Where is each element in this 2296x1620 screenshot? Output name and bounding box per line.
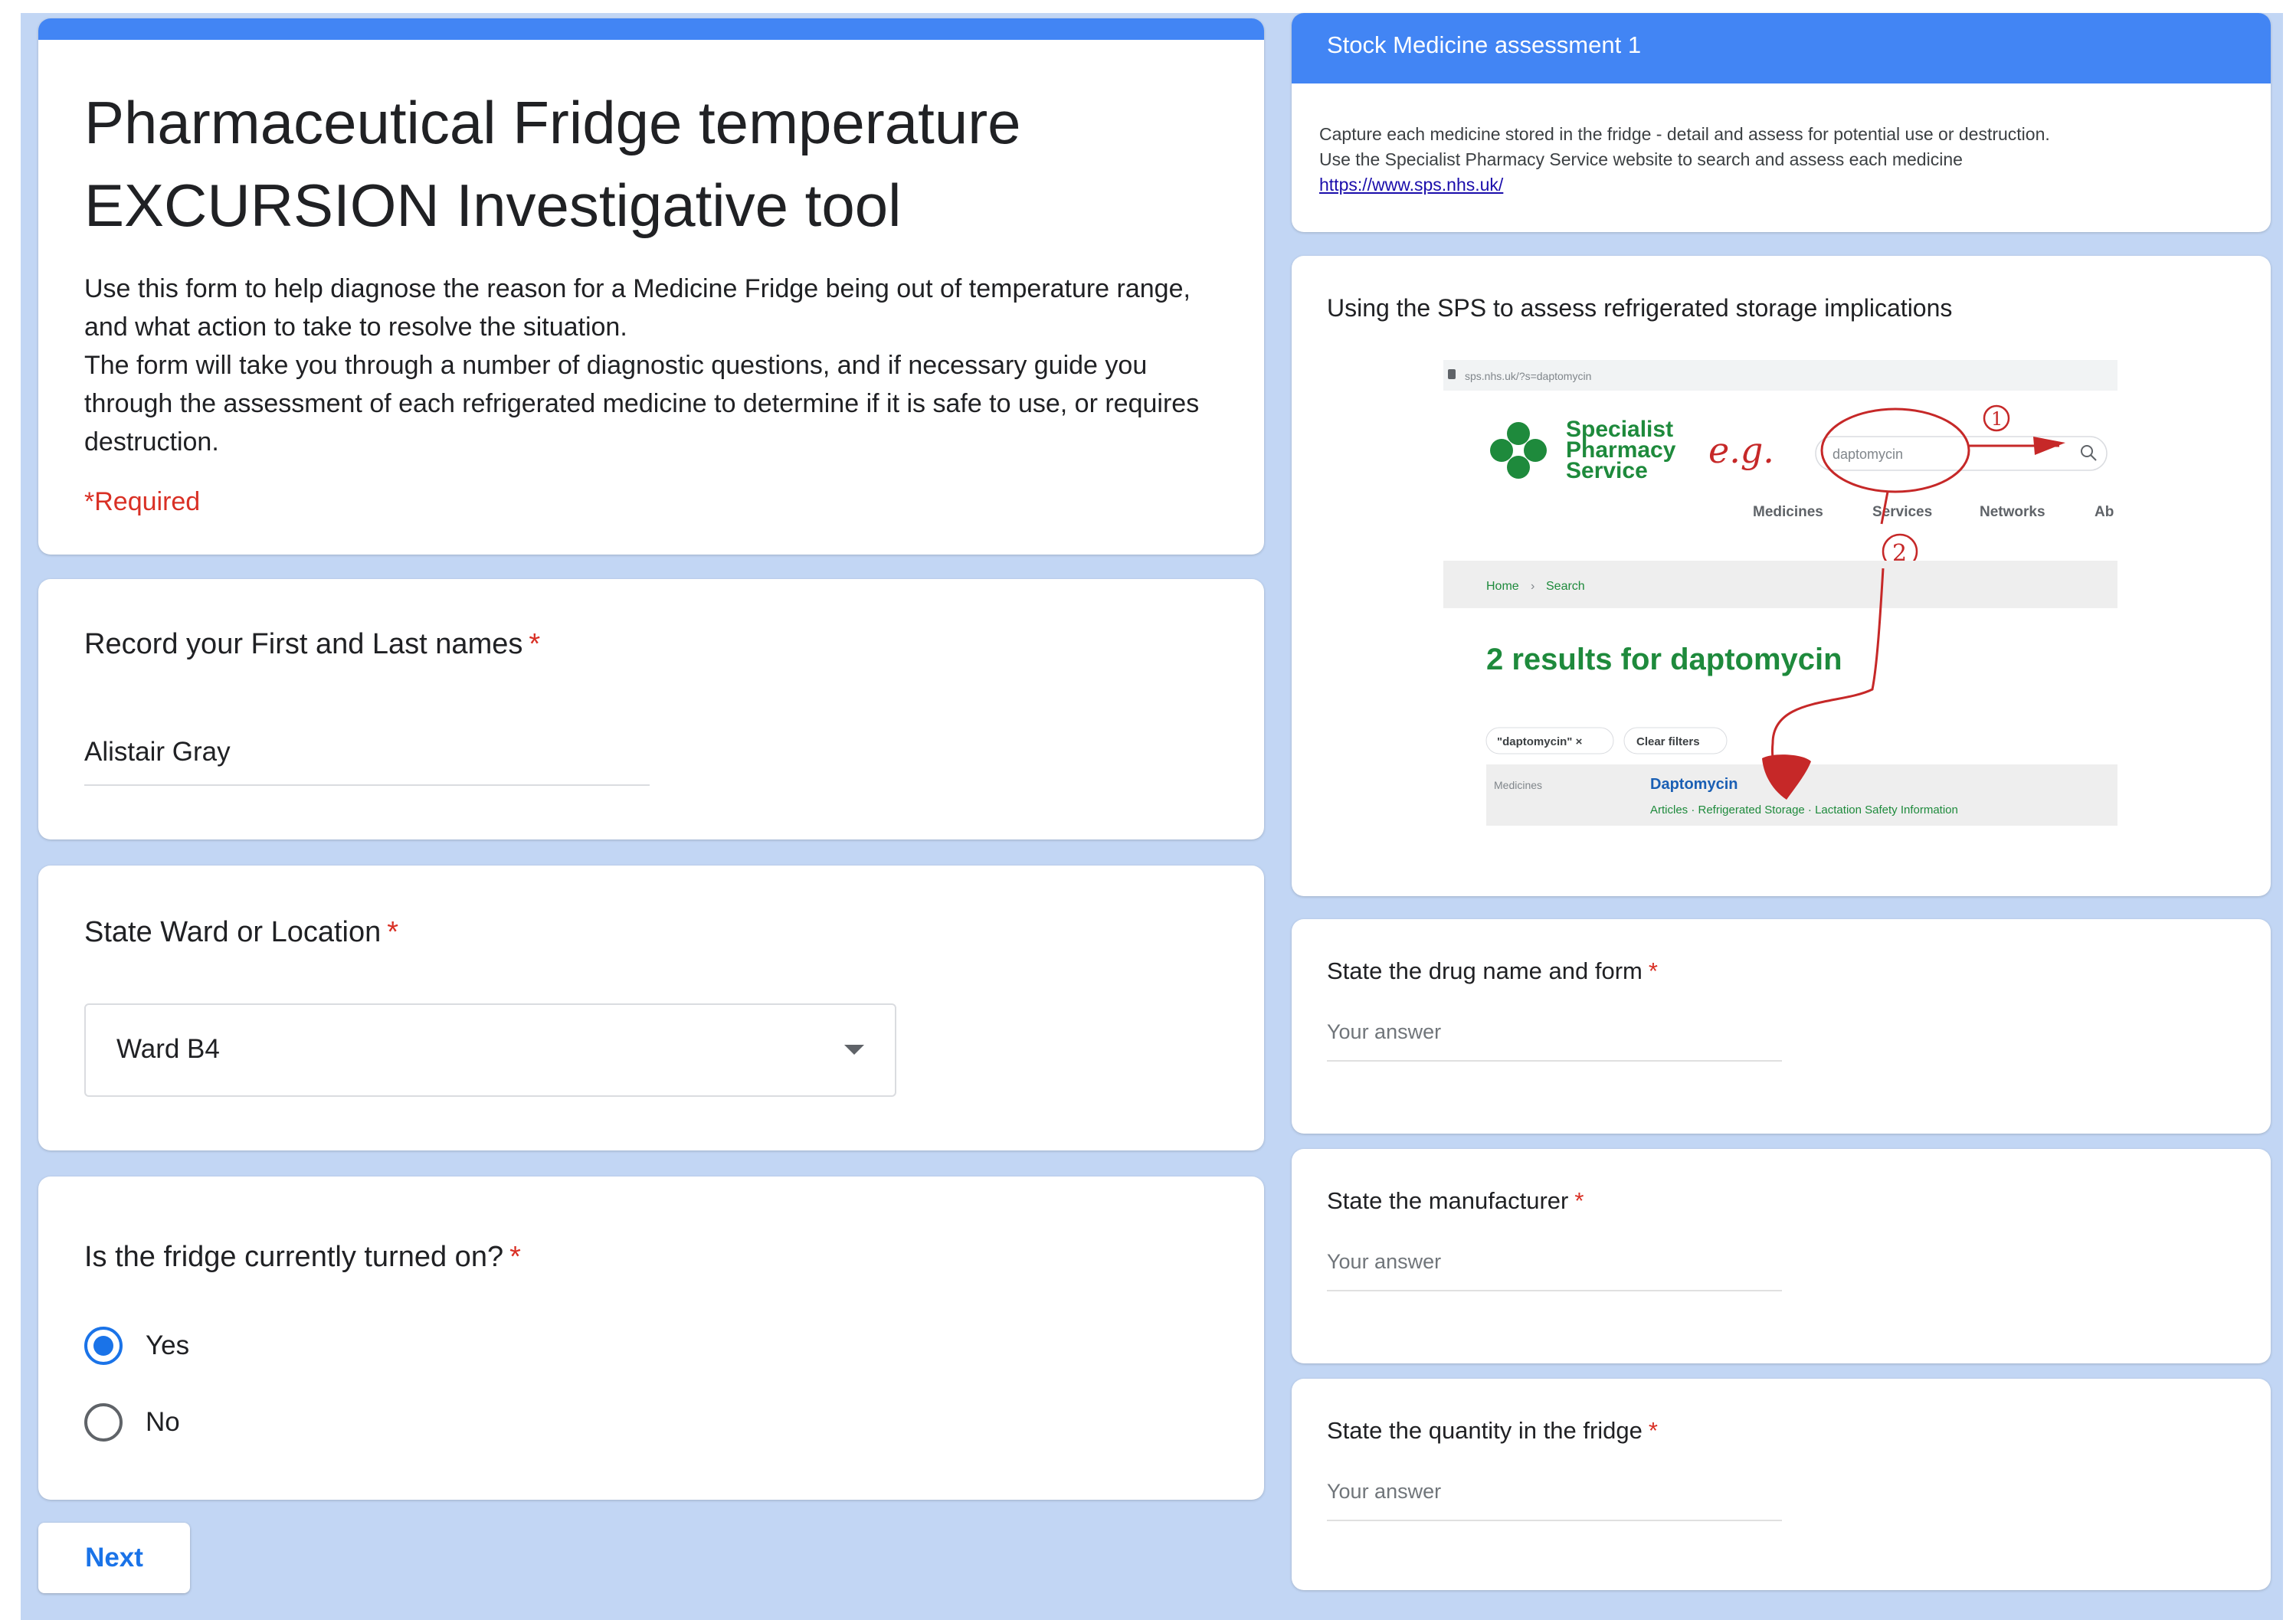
sps-nav-networks: Networks bbox=[1980, 504, 2045, 520]
question-title-quantity: State the quantity in the fridge * bbox=[1327, 1417, 1658, 1445]
form-title: Pharmaceutical Fridge temperature EXCURS… bbox=[84, 81, 1218, 247]
manufacturer-input[interactable]: Your answer bbox=[1327, 1250, 1782, 1291]
question-label: Record your First and Last names bbox=[84, 628, 523, 660]
result-category: Medicines bbox=[1494, 779, 1542, 791]
radio-option-no[interactable]: No bbox=[84, 1403, 180, 1442]
required-star: * bbox=[1648, 1417, 1658, 1444]
question-title-name: Record your First and Last names * bbox=[84, 628, 540, 661]
quantity-input[interactable]: Your answer bbox=[1327, 1480, 1782, 1521]
radio-label-no: No bbox=[146, 1407, 180, 1437]
sps-image-card: Using the SPS to assess refrigerated sto… bbox=[1292, 256, 2271, 896]
annotation-number-1: 1 bbox=[1991, 408, 2003, 430]
form-description-paragraph-1: Use this form to help diagnose the reaso… bbox=[84, 274, 1191, 342]
clear-filters-label: Clear filters bbox=[1636, 735, 1700, 748]
question-label: State the drug name and form bbox=[1327, 957, 1643, 984]
form-description: Use this form to help diagnose the reaso… bbox=[84, 270, 1233, 461]
section-header-card: Stock Medicine assessment 1 Capture each… bbox=[1292, 13, 2271, 232]
sps-breadcrumb-bar bbox=[1443, 561, 2117, 608]
question-label: State the quantity in the fridge bbox=[1327, 1417, 1643, 1444]
form-title-line-1: Pharmaceutical Fridge temperature bbox=[84, 89, 1021, 156]
sps-results-heading: 2 results for daptomycin bbox=[1486, 643, 1842, 676]
lock-icon bbox=[1448, 369, 1456, 379]
result-title: Daptomycin bbox=[1650, 776, 1738, 793]
required-star: * bbox=[1648, 957, 1658, 984]
question-card-fridge-on: Is the fridge currently turned on? * Yes … bbox=[38, 1177, 1264, 1500]
question-card-ward: State Ward or Location * Ward B4 bbox=[38, 866, 1264, 1150]
radio-option-yes[interactable]: Yes bbox=[84, 1327, 189, 1365]
header-accent-strip bbox=[38, 18, 1264, 40]
sps-search-text: daptomycin bbox=[1833, 447, 1903, 462]
required-star: * bbox=[387, 916, 399, 948]
section-header-bar: Stock Medicine assessment 1 bbox=[1292, 13, 2271, 83]
filter-chip-label: "daptomycin" × bbox=[1497, 735, 1583, 748]
section-description-line-1: Capture each medicine stored in the frid… bbox=[1319, 124, 2050, 144]
question-label: State Ward or Location bbox=[84, 916, 382, 948]
question-title-manufacturer: State the manufacturer * bbox=[1327, 1187, 1584, 1215]
question-card-name: Record your First and Last names * Alista… bbox=[38, 579, 1264, 839]
ward-dropdown-value: Ward B4 bbox=[116, 1034, 220, 1064]
section-description-line-2: Use the Specialist Pharmacy Service webs… bbox=[1319, 149, 1963, 169]
radio-unchecked-icon[interactable] bbox=[84, 1403, 123, 1442]
question-card-drug: State the drug name and form * Your answe… bbox=[1292, 919, 2271, 1134]
form-description-paragraph-2: The form will take you through a number … bbox=[84, 351, 1200, 457]
sps-nav-services: Services bbox=[1872, 504, 1932, 520]
required-star: * bbox=[529, 628, 541, 660]
sps-search-screenshot-image: sps.nhs.uk/?s=daptomycin Specialist Phar… bbox=[1443, 360, 2117, 826]
form-title-line-2: EXCURSION Investigative tool bbox=[84, 172, 902, 239]
section-title: Stock Medicine assessment 1 bbox=[1327, 31, 1642, 58]
url-bar-text: sps.nhs.uk/?s=daptomycin bbox=[1465, 370, 1591, 382]
question-label: State the manufacturer bbox=[1327, 1187, 1569, 1214]
sps-image-title: Using the SPS to assess refrigerated sto… bbox=[1327, 294, 1953, 322]
ward-dropdown[interactable]: Ward B4 bbox=[84, 1003, 896, 1097]
name-input[interactable]: Alistair Gray bbox=[84, 732, 650, 786]
question-title-drug: State the drug name and form * bbox=[1327, 957, 1658, 985]
breadcrumb-search: Search bbox=[1546, 580, 1585, 593]
question-label: Is the fridge currently turned on? bbox=[84, 1241, 504, 1273]
result-links: Articles · Refrigerated Storage · Lactat… bbox=[1650, 803, 1958, 817]
breadcrumb-home: Home bbox=[1486, 580, 1519, 593]
sps-nav-medicines: Medicines bbox=[1753, 504, 1823, 520]
required-star: * bbox=[509, 1241, 521, 1273]
question-card-quantity: State the quantity in the fridge * Your a… bbox=[1292, 1379, 2271, 1590]
next-button[interactable]: Next bbox=[38, 1523, 190, 1593]
section-description: Capture each medicine stored in the frid… bbox=[1319, 122, 2239, 198]
radio-checked-icon[interactable] bbox=[84, 1327, 123, 1365]
sps-logo-icon bbox=[1490, 422, 1547, 479]
required-star: * bbox=[1574, 1187, 1584, 1214]
drug-name-input[interactable]: Your answer bbox=[1327, 1020, 1782, 1062]
sps-website-link[interactable]: https://www.sps.nhs.uk/ bbox=[1319, 175, 1503, 195]
handwritten-connector-line bbox=[1771, 491, 1889, 779]
question-title-ward: State Ward or Location * bbox=[84, 916, 398, 949]
handwritten-eg-annotation: e.g. bbox=[1708, 430, 1774, 471]
sps-nav-about: Ab bbox=[2095, 504, 2114, 520]
question-card-manufacturer: State the manufacturer * Your answer bbox=[1292, 1149, 2271, 1363]
radio-label-yes: Yes bbox=[146, 1330, 190, 1360]
breadcrumb-separator: › bbox=[1531, 580, 1534, 593]
question-title-fridge-on: Is the fridge currently turned on? * bbox=[84, 1241, 521, 1274]
required-note: *Required bbox=[84, 487, 201, 516]
logo-text-line-3: Service bbox=[1566, 458, 1648, 483]
form-header-card: Pharmaceutical Fridge temperature EXCURS… bbox=[38, 18, 1264, 555]
dropdown-arrow-icon bbox=[844, 1045, 864, 1055]
